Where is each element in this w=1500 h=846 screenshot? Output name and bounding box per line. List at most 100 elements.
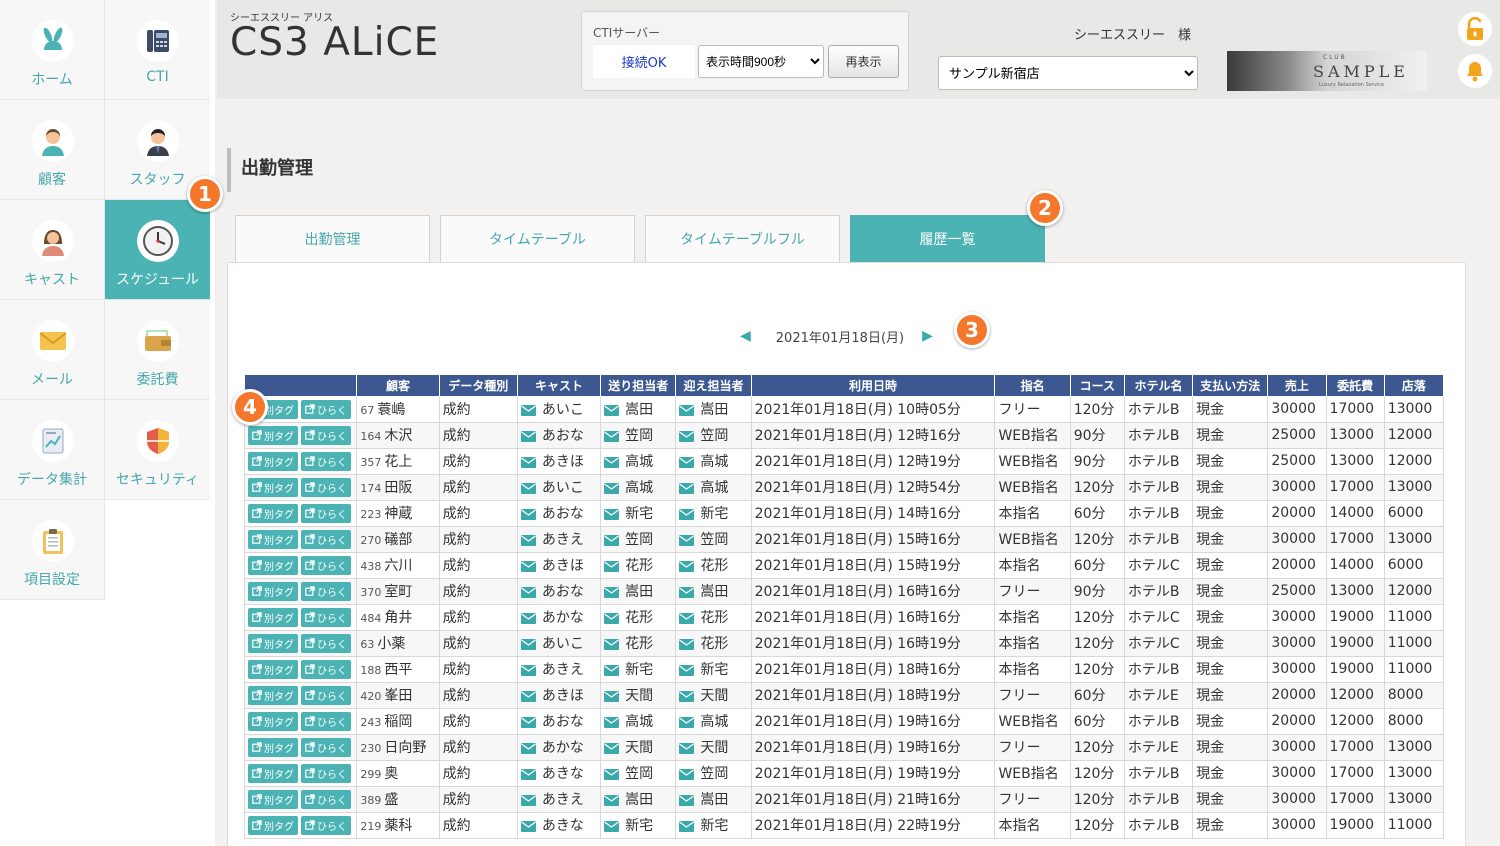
customer-cell[interactable]: 188 西平 — [356, 655, 440, 683]
cell-cast[interactable]: あきほ — [516, 551, 602, 579]
cell-cast[interactable]: あおな — [516, 421, 602, 449]
cell-cast[interactable]: あきえ — [516, 525, 602, 553]
open-new-tab-button[interactable]: 別タグ — [248, 763, 298, 783]
open-new-tab-button[interactable]: 別タグ — [248, 581, 298, 601]
shop-select[interactable]: サンプル新宿店 — [938, 56, 1198, 90]
sidebar-item-shield[interactable]: セキュリティ — [105, 400, 210, 500]
cell-cast[interactable]: あきな — [516, 759, 602, 787]
app-logo[interactable]: CS3 ALiCE — [230, 20, 439, 65]
cell-send[interactable]: 高城 — [600, 447, 677, 475]
cell-pick[interactable]: 嵩田 — [675, 577, 752, 605]
open-new-tab-button[interactable]: 別タグ — [248, 711, 298, 731]
sidebar-item-fax[interactable]: CTI — [105, 0, 210, 100]
sidebar-item-clipboard[interactable]: 項目設定 — [0, 500, 105, 600]
cell-pick[interactable]: 笠岡 — [675, 421, 752, 449]
cell-pick[interactable]: 笠岡 — [675, 525, 752, 553]
cell-cast[interactable]: あおな — [516, 499, 602, 527]
customer-cell[interactable]: 223 神蔵 — [356, 499, 440, 527]
open-new-tab-button[interactable]: 別タグ — [248, 607, 298, 627]
cell-pick[interactable]: 花形 — [675, 603, 752, 631]
cell-send[interactable]: 花形 — [600, 551, 677, 579]
display-time-select[interactable]: 表示時間900秒 — [698, 45, 824, 78]
next-day-arrow[interactable]: ▶ — [922, 328, 933, 344]
cell-cast[interactable]: あきな — [516, 811, 602, 839]
cell-send[interactable]: 花形 — [600, 603, 677, 631]
open-new-tab-button[interactable]: 別タグ — [248, 685, 298, 705]
open-new-tab-button[interactable]: 別タグ — [248, 659, 298, 679]
cell-send[interactable]: 高城 — [600, 473, 677, 501]
cell-pick[interactable]: 高城 — [675, 707, 752, 735]
sidebar-item-cast[interactable]: キャスト — [0, 200, 105, 300]
tab-attendance[interactable]: 出勤管理 — [235, 215, 430, 262]
reload-button[interactable]: 再表示 — [828, 45, 899, 78]
customer-cell[interactable]: 67 蓑嶋 — [356, 395, 440, 423]
open-button[interactable]: ひらく — [301, 451, 351, 471]
cell-pick[interactable]: 笠岡 — [675, 759, 752, 787]
cell-cast[interactable]: あいこ — [516, 395, 602, 423]
cell-cast[interactable]: あきほ — [516, 681, 602, 709]
open-button[interactable]: ひらく — [301, 789, 351, 809]
sidebar-item-customer[interactable]: 顧客 — [0, 100, 105, 200]
cell-send[interactable]: 嵩田 — [600, 577, 677, 605]
open-new-tab-button[interactable]: 別タグ — [248, 633, 298, 653]
cell-pick[interactable]: 新宅 — [675, 499, 752, 527]
cell-send[interactable]: 天間 — [600, 681, 677, 709]
open-new-tab-button[interactable]: 別タグ — [248, 503, 298, 523]
cell-pick[interactable]: 天間 — [675, 733, 752, 761]
open-button[interactable]: ひらく — [301, 659, 351, 679]
cell-pick[interactable]: 高城 — [675, 447, 752, 475]
open-button[interactable]: ひらく — [301, 425, 351, 445]
cell-pick[interactable]: 花形 — [675, 551, 752, 579]
customer-cell[interactable]: 164 木沢 — [356, 421, 440, 449]
cell-send[interactable]: 嵩田 — [600, 785, 677, 813]
customer-cell[interactable]: 370 室町 — [356, 577, 440, 605]
open-button[interactable]: ひらく — [301, 555, 351, 575]
cell-pick[interactable]: 高城 — [675, 473, 752, 501]
cell-cast[interactable]: あいこ — [516, 629, 602, 657]
open-button[interactable]: ひらく — [301, 399, 351, 419]
cell-pick[interactable]: 新宅 — [675, 811, 752, 839]
cell-cast[interactable]: あかな — [516, 603, 602, 631]
cell-send[interactable]: 高城 — [600, 707, 677, 735]
open-new-tab-button[interactable]: 別タグ — [248, 529, 298, 549]
open-button[interactable]: ひらく — [301, 581, 351, 601]
customer-cell[interactable]: 174 田阪 — [356, 473, 440, 501]
open-button[interactable]: ひらく — [301, 711, 351, 731]
open-button[interactable]: ひらく — [301, 815, 351, 835]
open-button[interactable]: ひらく — [301, 477, 351, 497]
customer-cell[interactable]: 438 六川 — [356, 551, 440, 579]
customer-cell[interactable]: 219 薬科 — [356, 811, 440, 839]
open-new-tab-button[interactable]: 別タグ — [248, 815, 298, 835]
cell-send[interactable]: 新宅 — [600, 499, 677, 527]
customer-cell[interactable]: 484 角井 — [356, 603, 440, 631]
cell-cast[interactable]: あかな — [516, 733, 602, 761]
customer-cell[interactable]: 270 礒部 — [356, 525, 440, 553]
notification-button[interactable] — [1458, 54, 1492, 88]
customer-cell[interactable]: 63 小薬 — [356, 629, 440, 657]
sidebar-item-report[interactable]: データ集計 — [0, 400, 105, 500]
prev-day-arrow[interactable]: ◀ — [740, 328, 751, 344]
open-new-tab-button[interactable]: 別タグ — [248, 425, 298, 445]
open-button[interactable]: ひらく — [301, 737, 351, 757]
open-new-tab-button[interactable]: 別タグ — [248, 451, 298, 471]
cell-send[interactable]: 天間 — [600, 733, 677, 761]
cell-send[interactable]: 嵩田 — [600, 395, 677, 423]
open-button[interactable]: ひらく — [301, 633, 351, 653]
cell-cast[interactable]: あきほ — [516, 447, 602, 475]
open-new-tab-button[interactable]: 別タグ — [248, 737, 298, 757]
customer-cell[interactable]: 230 日向野 — [356, 733, 440, 761]
cell-send[interactable]: 新宅 — [600, 655, 677, 683]
open-button[interactable]: ひらく — [301, 503, 351, 523]
customer-cell[interactable]: 389 盛 — [356, 785, 440, 813]
customer-cell[interactable]: 299 奥 — [356, 759, 440, 787]
cell-cast[interactable]: あいこ — [516, 473, 602, 501]
cell-cast[interactable]: あきえ — [516, 655, 602, 683]
cell-pick[interactable]: 嵩田 — [675, 395, 752, 423]
cell-pick[interactable]: 花形 — [675, 629, 752, 657]
open-new-tab-button[interactable]: 別タグ — [248, 789, 298, 809]
sidebar-item-mail[interactable]: メール — [0, 300, 105, 400]
open-button[interactable]: ひらく — [301, 763, 351, 783]
open-button[interactable]: ひらく — [301, 607, 351, 627]
cell-send[interactable]: 笠岡 — [600, 759, 677, 787]
customer-cell[interactable]: 357 花上 — [356, 447, 440, 475]
